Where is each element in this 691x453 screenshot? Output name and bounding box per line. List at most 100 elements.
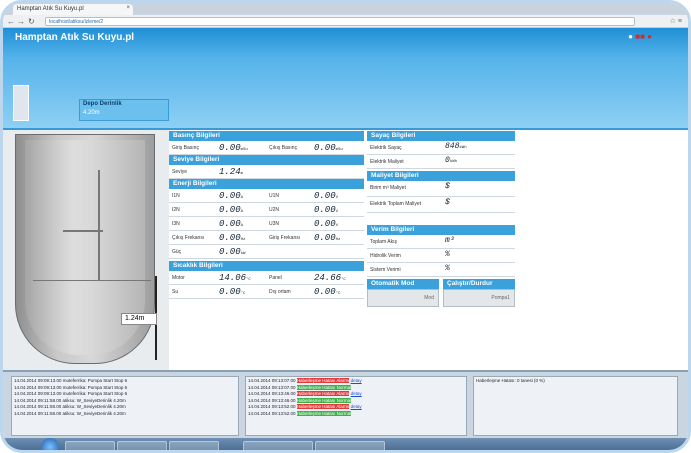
level-unit: m xyxy=(240,172,244,176)
auto-mode-button[interactable]: Mod xyxy=(367,289,439,307)
temperature-value: 0.00°C xyxy=(314,287,341,297)
meter-label: Elektrik Sayaç xyxy=(370,145,402,151)
log-status: Haberleşme Hatası Normal xyxy=(296,410,352,416)
app-header: Hamptan Atık Su Kuyu.pl ● ■■ ● Depo Deri… xyxy=(3,28,688,128)
taskbar-app[interactable] xyxy=(315,441,385,450)
energy-label: Giriş Frekansı xyxy=(269,235,301,241)
meter-label: Elektrik Maliyet xyxy=(370,159,404,165)
log-panel-summary[interactable]: Haberleşme Hatası: 0 tanesi (0 %) xyxy=(473,376,678,436)
energy-value: 0.00A xyxy=(219,191,244,201)
log-panel-alarms[interactable]: 14.04.2014 09:13:07.00 Haberleşme Hatası… xyxy=(245,376,467,436)
meter-value: 848kWh xyxy=(445,142,467,151)
cost-value: $ xyxy=(445,198,450,207)
log-time: 14.04.2014 09:13:52.00 xyxy=(248,410,297,416)
station-thumbnail[interactable] xyxy=(13,85,29,121)
level-row xyxy=(169,165,364,179)
water-level-line xyxy=(33,280,151,281)
log-time: 14.04.2014 09:13:46.00 xyxy=(248,391,297,396)
alarm-icon[interactable]: ■■ xyxy=(635,32,645,41)
forward-icon[interactable]: → xyxy=(17,17,25,26)
pressure-unit: mSu xyxy=(335,148,343,152)
browser-menu-icons[interactable]: ☆ ≡ xyxy=(670,17,682,25)
close-tab-icon[interactable]: × xyxy=(126,5,130,11)
efficiency-title: Verim Bilgileri xyxy=(367,225,515,235)
temperature-label: Dış ortam xyxy=(269,289,291,295)
energy-value: 0.00V xyxy=(314,219,339,229)
taskbar-app[interactable] xyxy=(169,441,219,450)
start-stop-title: Çalıştır/Durdur xyxy=(443,279,515,289)
address-bar[interactable]: localhost/atiksu/izleme/2 xyxy=(45,17,635,26)
taskbar-app[interactable] xyxy=(117,441,167,450)
log-detail-link[interactable]: detay xyxy=(351,391,362,396)
user-icon[interactable]: ● xyxy=(628,32,633,41)
log-detail-link[interactable]: detay xyxy=(351,404,362,409)
pressure-label: Çıkış Basınç xyxy=(269,145,298,151)
energy-unit: Hz xyxy=(335,238,341,242)
efficiency-value: m³ xyxy=(445,236,455,245)
efficiency-label: Toplam Akış xyxy=(370,239,397,245)
log-status: Haberleşme Hatası Normal xyxy=(296,397,352,403)
log-time: 14.04.2014 09:13:46.00 xyxy=(248,397,297,403)
temperature-unit: °C xyxy=(335,292,341,296)
energy-title: Enerji Bilgileri xyxy=(169,179,364,189)
log-entry: 14.04.2014 09:11:58.00 atiksu: W_SeviyeD… xyxy=(14,410,126,416)
browser-tab[interactable]: Hamptan Atık Su Kuyu.pl × xyxy=(13,4,133,15)
meter-value: 0kWh xyxy=(445,156,458,165)
back-icon[interactable]: ← xyxy=(7,17,15,26)
energy-label: I3N xyxy=(172,221,180,227)
taskbar-app[interactable] xyxy=(65,441,115,450)
temperature-title: Sıcaklık Bilgileri xyxy=(169,261,364,271)
efficiency-value: % xyxy=(445,264,450,273)
browser-toolbar: ← → ↻ localhost/atiksu/izleme/2 ☆ ≡ xyxy=(3,15,688,28)
energy-label: Güç xyxy=(172,249,182,255)
cost-label: Elektrik Toplam Maliyet xyxy=(370,201,422,207)
energy-unit: kW xyxy=(240,252,246,256)
efficiency-value: % xyxy=(445,250,450,259)
pump-start-button[interactable]: Pompa1 xyxy=(443,289,515,307)
energy-unit: A xyxy=(240,196,244,200)
tank-visual: 1.24m xyxy=(3,130,169,370)
reload-icon[interactable]: ↻ xyxy=(28,17,35,26)
energy-unit: Hz xyxy=(240,238,246,242)
log-time: 14.04.2014 09:13:52.00 xyxy=(248,404,297,409)
energy-value: 0.00A xyxy=(219,205,244,215)
level-title: Seviye Bilgileri xyxy=(169,155,364,165)
log-detail-link[interactable]: detay xyxy=(351,378,362,383)
tab-title: Hamptan Atık Su Kuyu.pl xyxy=(17,6,84,12)
taskbar-app[interactable] xyxy=(243,441,313,450)
cost-label: Birim m³ Maliyet xyxy=(370,185,406,191)
meter-unit: kWh xyxy=(449,160,458,164)
level-label: Seviye xyxy=(172,169,188,175)
energy-unit: A xyxy=(240,224,244,228)
auto-mode-title: Otomatik Mod xyxy=(367,279,439,289)
energy-label: I1N xyxy=(172,193,180,199)
energy-value: 0.00Hz xyxy=(314,233,341,243)
depot-depth-value: 4.20m xyxy=(83,110,100,116)
temperature-value: 24.66°C xyxy=(314,273,346,283)
screenshot-frame: Hamptan Atık Su Kuyu.pl × ← → ↻ localhos… xyxy=(0,0,691,453)
energy-value: 0.00V xyxy=(314,205,339,215)
depot-depth-title: Depo Derinlik xyxy=(83,101,122,107)
energy-unit: V xyxy=(335,196,339,200)
energy-unit: V xyxy=(335,210,339,214)
log-status: Haberleşme Hatası Alarmı xyxy=(296,404,350,409)
energy-label: U2N xyxy=(269,207,280,213)
energy-value: 0.00V xyxy=(314,191,339,201)
meter-title: Sayaç Bilgileri xyxy=(367,131,515,141)
temperature-value: 14.06°C xyxy=(219,273,251,283)
event-log-area: 14.04.2014 09:09:13.00 muteferrika: Pomp… xyxy=(3,370,688,438)
pipe xyxy=(63,230,103,232)
pressure-label: Giriş Basınç xyxy=(172,145,199,151)
log-entry: 14.04.2014 09:13:52.00 Haberleşme Hatası… xyxy=(248,410,464,418)
start-button[interactable] xyxy=(41,438,59,450)
browser-tab-strip: Hamptan Atık Su Kuyu.pl × xyxy=(3,3,688,15)
pressure-unit: mSu xyxy=(240,148,248,152)
pressure-title: Basınç Bilgileri xyxy=(169,131,364,141)
temperature-unit: °C xyxy=(246,278,251,282)
log-panel-users[interactable]: 14.04.2014 09:09:13.00 muteferrika: Pomp… xyxy=(11,376,239,436)
power-icon[interactable]: ● xyxy=(647,32,652,41)
energy-label: U1N xyxy=(269,193,280,199)
log-status: Haberleşme Hatası Alarmı xyxy=(296,378,350,383)
cost-value: $ xyxy=(445,182,450,191)
energy-value: 0.00kW xyxy=(219,247,246,257)
